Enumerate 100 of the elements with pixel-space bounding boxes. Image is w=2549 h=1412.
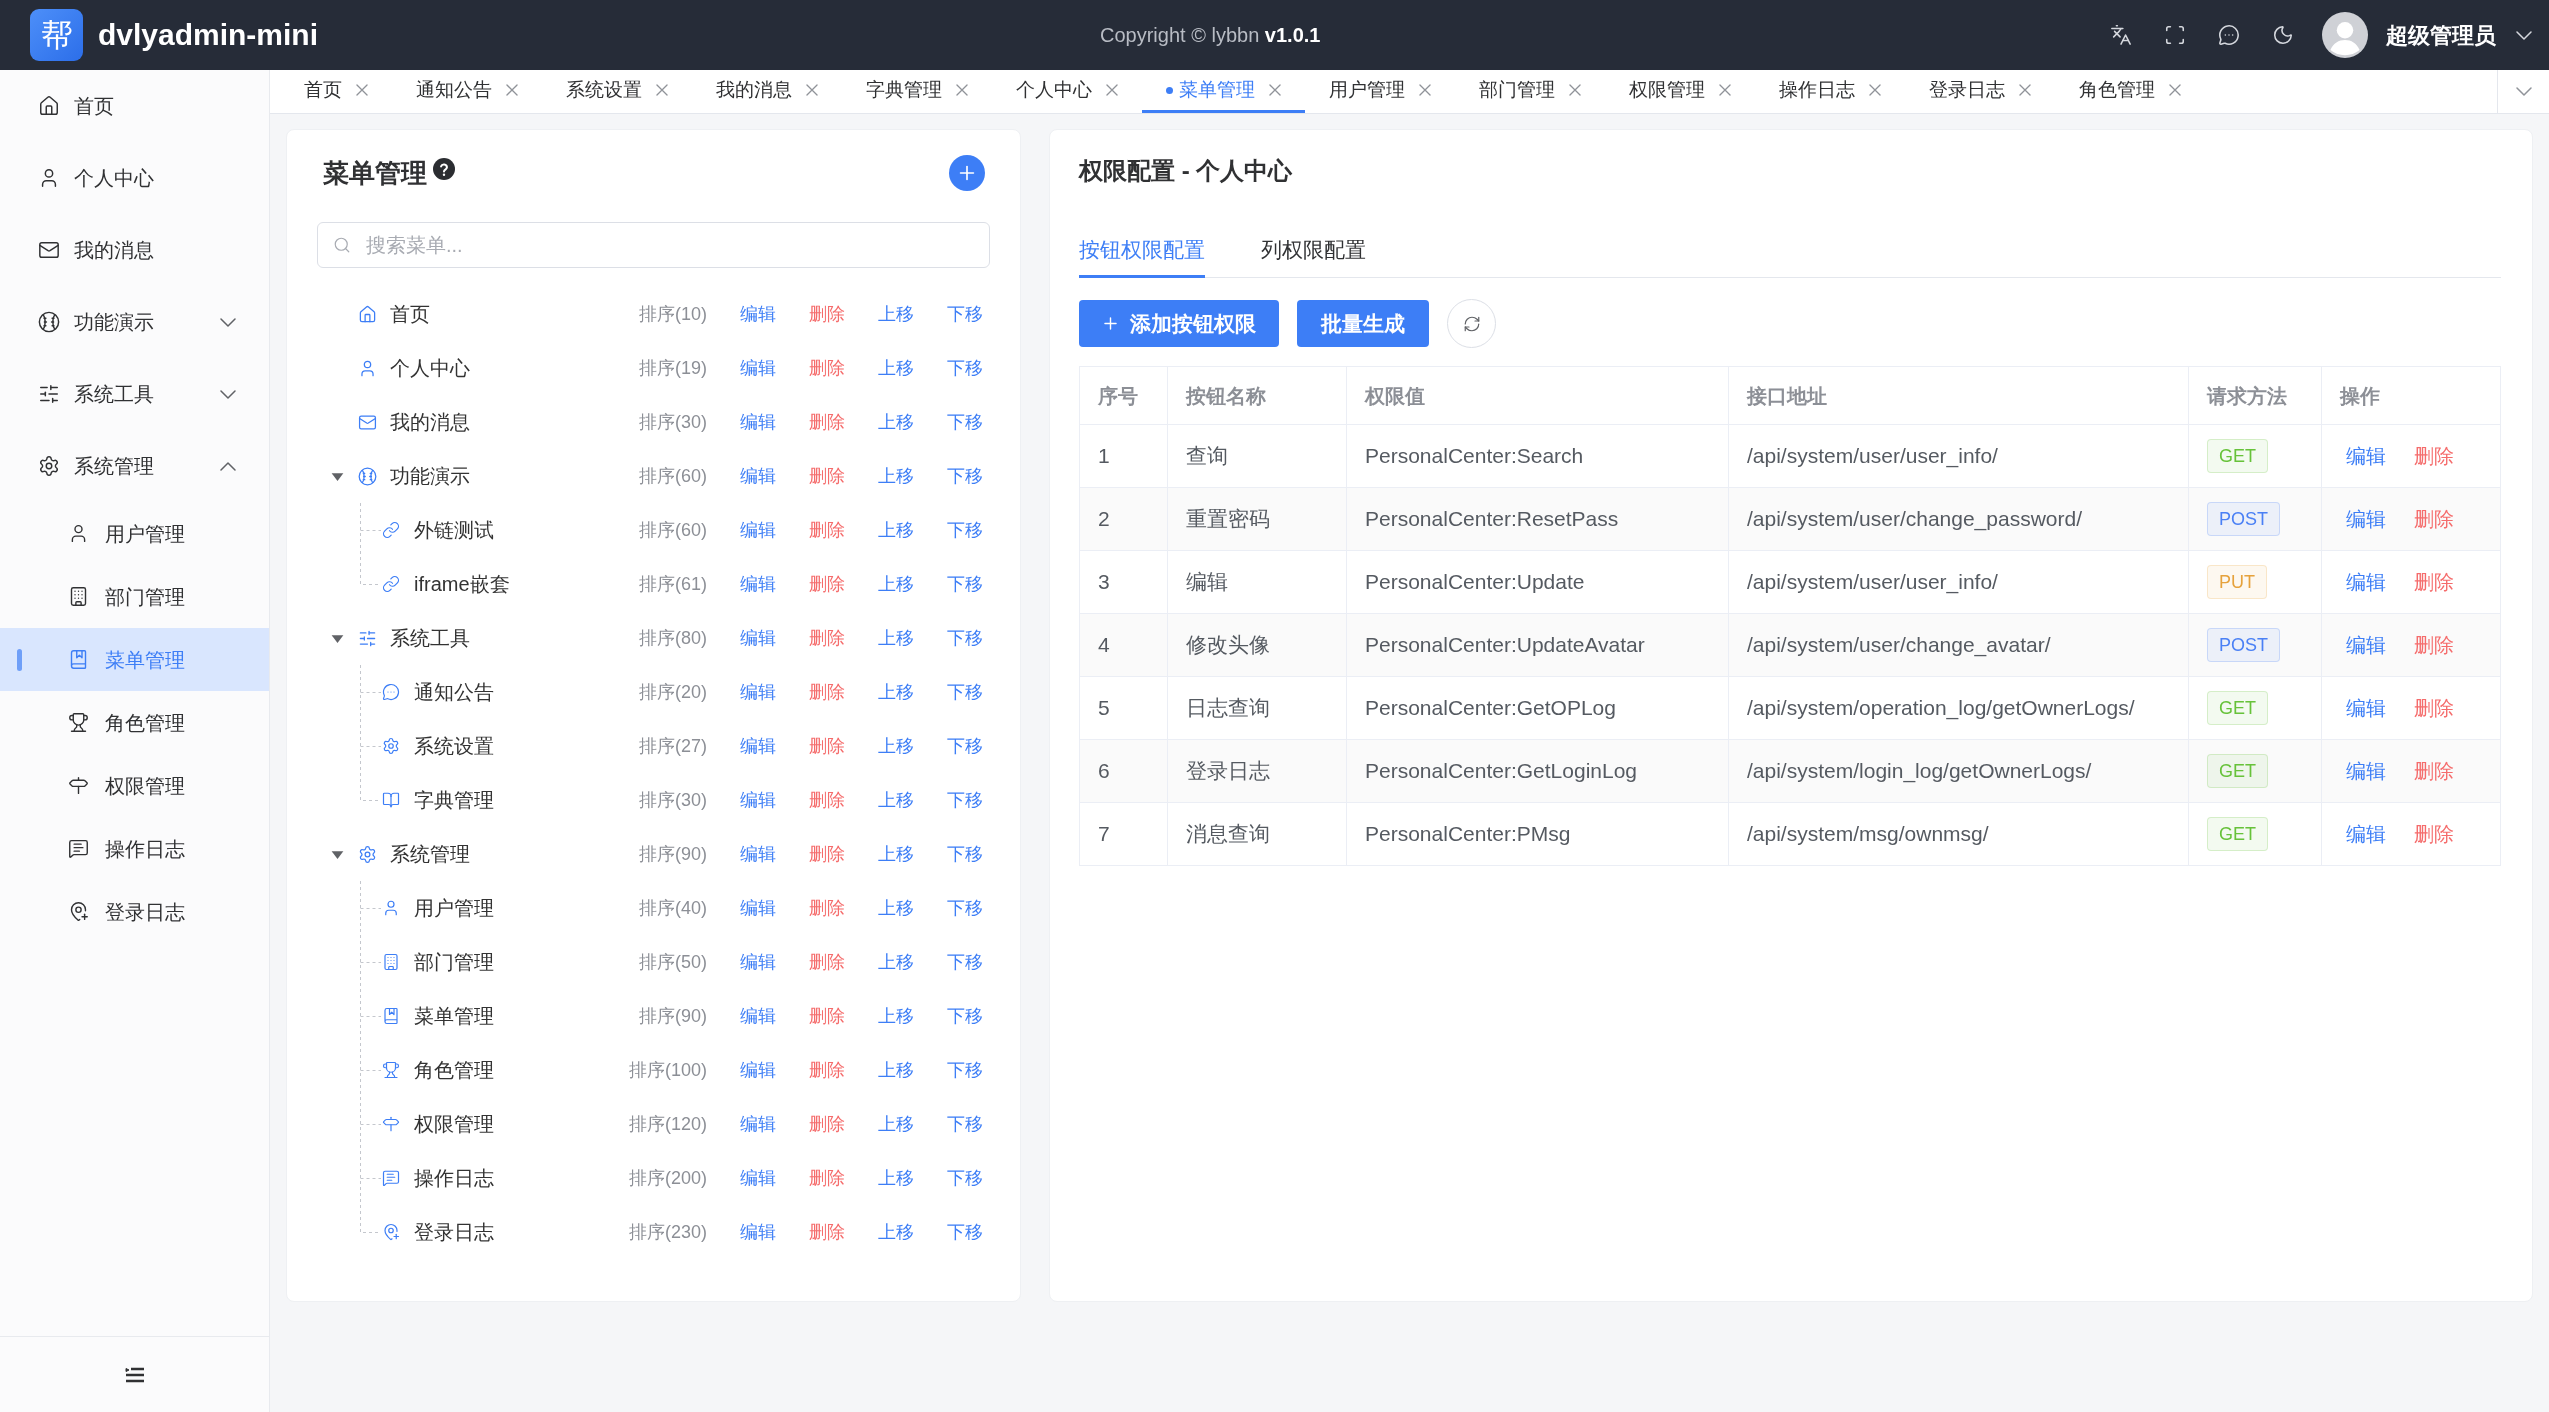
action-button[interactable]: 添加按钮权限	[1079, 300, 1279, 347]
action-link[interactable]: 删除	[809, 732, 845, 760]
action-link[interactable]: 下移	[947, 462, 983, 490]
tree-node-label[interactable]: 功能演示	[390, 461, 470, 491]
action-link[interactable]: 编辑	[740, 786, 776, 814]
tree-node-label[interactable]: 系统管理	[390, 839, 470, 869]
tree-node-label[interactable]: 系统工具	[390, 623, 470, 653]
action-link[interactable]: 上移	[878, 1056, 914, 1084]
action-link[interactable]: 编辑	[2346, 441, 2386, 471]
action-link[interactable]: 删除	[2414, 567, 2454, 597]
action-link[interactable]: 编辑	[2346, 693, 2386, 723]
close-icon[interactable]	[1106, 84, 1118, 96]
action-link[interactable]: 上移	[878, 408, 914, 436]
sidebar-item[interactable]: 登录日志	[0, 880, 269, 943]
tree-node-label[interactable]: 用户管理	[414, 893, 494, 923]
action-link[interactable]: 删除	[809, 408, 845, 436]
page-tab[interactable]: 首页	[280, 70, 392, 113]
sidebar-item[interactable]: 操作日志	[0, 817, 269, 880]
action-link[interactable]: 编辑	[2346, 819, 2386, 849]
add-menu-button[interactable]	[949, 155, 985, 191]
action-link[interactable]: 删除	[2414, 756, 2454, 786]
action-link[interactable]: 删除	[2414, 693, 2454, 723]
action-link[interactable]: 编辑	[740, 840, 776, 868]
page-tab[interactable]: 菜单管理	[1142, 70, 1305, 113]
tree-node-label[interactable]: 外链测试	[414, 515, 494, 545]
sidebar-item[interactable]: 系统管理	[0, 430, 269, 502]
action-link[interactable]: 删除	[809, 840, 845, 868]
chevron-down-icon[interactable]	[2516, 30, 2532, 40]
action-link[interactable]: 删除	[809, 624, 845, 652]
sidebar-item[interactable]: 首页	[0, 70, 269, 142]
tree-node-label[interactable]: 菜单管理	[414, 1001, 494, 1031]
action-link[interactable]: 下移	[947, 1056, 983, 1084]
tree-node-label[interactable]: 角色管理	[414, 1055, 494, 1085]
close-icon[interactable]	[1869, 84, 1881, 96]
action-link[interactable]: 下移	[947, 732, 983, 760]
action-link[interactable]: 编辑	[740, 1002, 776, 1030]
action-link[interactable]: 下移	[947, 624, 983, 652]
sidebar-item[interactable]: 用户管理	[0, 502, 269, 565]
tree-node-label[interactable]: 权限管理	[414, 1109, 494, 1139]
action-link[interactable]: 编辑	[740, 1056, 776, 1084]
action-link[interactable]: 下移	[947, 678, 983, 706]
close-icon[interactable]	[806, 84, 818, 96]
action-link[interactable]: 上移	[878, 300, 914, 328]
action-link[interactable]: 删除	[2414, 819, 2454, 849]
close-icon[interactable]	[1719, 84, 1731, 96]
config-tab[interactable]: 列权限配置	[1261, 235, 1366, 278]
action-link[interactable]: 编辑	[2346, 567, 2386, 597]
action-link[interactable]: 编辑	[740, 1110, 776, 1138]
action-link[interactable]: 下移	[947, 1002, 983, 1030]
search-field[interactable]: 搜索菜单...	[317, 222, 990, 268]
action-link[interactable]: 删除	[809, 1002, 845, 1030]
page-tab[interactable]: 系统设置	[542, 70, 692, 113]
action-link[interactable]: 上移	[878, 462, 914, 490]
close-icon[interactable]	[2169, 84, 2181, 96]
tree-node-label[interactable]: 部门管理	[414, 947, 494, 977]
action-link[interactable]: 删除	[809, 1218, 845, 1246]
action-link[interactable]: 删除	[809, 462, 845, 490]
page-tab[interactable]: 操作日志	[1755, 70, 1905, 113]
tree-node-label[interactable]: 通知公告	[414, 677, 494, 707]
action-link[interactable]: 上移	[878, 1218, 914, 1246]
tree-node-label[interactable]: 我的消息	[390, 407, 470, 437]
action-link[interactable]: 编辑	[740, 678, 776, 706]
action-link[interactable]: 编辑	[2346, 630, 2386, 660]
action-link[interactable]: 上移	[878, 516, 914, 544]
sidebar-item[interactable]: 我的消息	[0, 214, 269, 286]
action-link[interactable]: 编辑	[740, 462, 776, 490]
close-icon[interactable]	[1419, 84, 1431, 96]
tree-node-label[interactable]: 操作日志	[414, 1163, 494, 1193]
action-link[interactable]: 上移	[878, 894, 914, 922]
action-link[interactable]: 删除	[809, 300, 845, 328]
action-link[interactable]: 下移	[947, 570, 983, 598]
action-link[interactable]: 下移	[947, 840, 983, 868]
action-link[interactable]: 删除	[809, 786, 845, 814]
close-icon[interactable]	[1569, 84, 1581, 96]
moon-icon[interactable]	[2272, 24, 2294, 46]
page-tab[interactable]: 通知公告	[392, 70, 542, 113]
action-link[interactable]: 编辑	[2346, 756, 2386, 786]
action-link[interactable]: 编辑	[740, 894, 776, 922]
action-link[interactable]: 上移	[878, 570, 914, 598]
action-link[interactable]: 删除	[809, 948, 845, 976]
sidebar-item[interactable]: 权限管理	[0, 754, 269, 817]
action-link[interactable]: 删除	[809, 1164, 845, 1192]
config-tab[interactable]: 按钮权限配置	[1079, 235, 1205, 278]
tree-node-label[interactable]: 首页	[390, 299, 430, 329]
action-link[interactable]: 上移	[878, 354, 914, 382]
page-tab[interactable]: 字典管理	[842, 70, 992, 113]
action-link[interactable]: 上移	[878, 786, 914, 814]
page-tab[interactable]: 角色管理	[2055, 70, 2205, 113]
action-link[interactable]: 编辑	[740, 408, 776, 436]
action-link[interactable]: 删除	[809, 1056, 845, 1084]
collapse-menu-icon[interactable]	[124, 1366, 145, 1383]
action-link[interactable]: 删除	[2414, 441, 2454, 471]
fullscreen-icon[interactable]	[2164, 24, 2186, 46]
action-link[interactable]: 下移	[947, 1110, 983, 1138]
action-link[interactable]: 下移	[947, 948, 983, 976]
action-link[interactable]: 编辑	[740, 516, 776, 544]
action-link[interactable]: 上移	[878, 1002, 914, 1030]
sidebar-item[interactable]: 个人中心	[0, 142, 269, 214]
chat-icon[interactable]	[2218, 24, 2240, 46]
action-link[interactable]: 删除	[809, 516, 845, 544]
